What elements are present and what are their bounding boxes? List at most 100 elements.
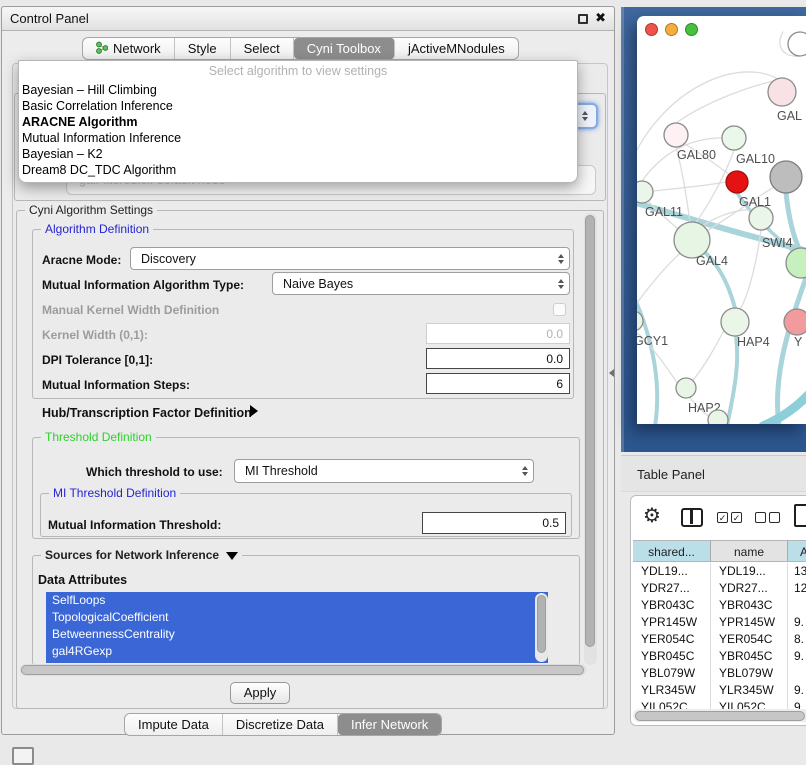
mi-steps-label: Mutual Information Steps: — [42, 378, 190, 392]
table-row[interactable]: YDR27...YDR27...12 — [633, 580, 806, 597]
expander-right-icon[interactable] — [250, 405, 258, 417]
tab-jactivemnodules[interactable]: jActiveMNodules — [395, 38, 518, 59]
table-row[interactable]: YLR345WYLR345W9. — [633, 682, 806, 699]
algorithm-option-bayesian-hill-climbing[interactable]: Bayesian – Hill Climbing — [19, 82, 577, 98]
node-unlabeled[interactable] — [788, 32, 806, 56]
attribute-gal4rgexp[interactable]: gal4RGexp — [46, 643, 548, 660]
mi-steps-input[interactable]: 6 — [426, 373, 570, 394]
column-header-shared[interactable]: shared... — [633, 540, 711, 562]
table-cell: YER054C — [633, 631, 711, 648]
column-header-a[interactable]: A — [788, 540, 806, 562]
deselect-all-checkboxes-icon[interactable] — [755, 512, 780, 523]
table-cell: YPR145W — [711, 614, 788, 631]
node-label: GAL4 — [696, 254, 728, 268]
table-header-row: shared...nameA — [633, 540, 806, 562]
node-y[interactable] — [784, 309, 806, 335]
kernel-width-input[interactable]: 0.0 — [426, 323, 570, 344]
algorithm-option-mutual-information-inference[interactable]: Mutual Information Inference — [19, 130, 577, 146]
which-threshold-select[interactable]: MI Threshold — [234, 459, 534, 483]
mi-type-select[interactable]: Naive Bayes — [272, 272, 570, 295]
algorithm-option-basic-correlation-inference[interactable]: Basic Correlation Inference — [19, 98, 577, 114]
network-canvas[interactable]: GALGAL80GAL10GAL1GAL11GAL4SWI4GCY1HAP4YH… — [637, 16, 806, 424]
column-header-name[interactable]: name — [711, 540, 788, 562]
attribute-betweennesscentrality[interactable]: BetweennessCentrality — [46, 626, 548, 643]
mi-threshold-title: MI Threshold Definition — [49, 486, 180, 501]
spinner-arrows-icon — [522, 466, 528, 476]
node-label: GAL10 — [736, 152, 775, 166]
table-cell: YBL079W — [633, 665, 711, 682]
unchecked-checkbox-icon — [769, 512, 780, 523]
restore-icon[interactable] — [578, 14, 588, 24]
table-row[interactable]: YBR043CYBR043C — [633, 597, 806, 614]
table-cell: YPR145W — [633, 614, 711, 631]
table-row[interactable]: YBR045CYBR045C9. — [633, 648, 806, 665]
aracne-mode-select[interactable]: Discovery — [130, 247, 570, 270]
kernel-width-label: Kernel Width (0,1): — [42, 328, 148, 342]
table-panel-titlebar[interactable]: Table Panel — [621, 455, 806, 492]
settings-scrollbar-thumb[interactable] — [585, 215, 595, 647]
table-cell — [788, 597, 806, 614]
table-panel-title: Table Panel — [637, 467, 705, 482]
manual-kernel-checkbox[interactable] — [553, 303, 566, 316]
table-row[interactable]: YBL079WYBL079W — [633, 665, 806, 682]
checked-checkbox-icon: ✓ — [717, 512, 728, 523]
attribute-list-scrollbar-thumb[interactable] — [537, 595, 546, 653]
tab-impute-data[interactable]: Impute Data — [125, 714, 223, 735]
tab-style[interactable]: Style — [175, 38, 231, 59]
tab-infer-network[interactable]: Infer Network — [338, 714, 441, 735]
splitter-collapse-icon[interactable] — [609, 369, 614, 377]
network-view-window[interactable]: GALGAL80GAL10GAL1GAL11GAL4SWI4GCY1HAP4YH… — [637, 16, 806, 424]
tab-cyni-toolbox[interactable]: Cyni Toolbox — [294, 38, 395, 59]
node-gray[interactable] — [770, 161, 802, 193]
node-gal4[interactable] — [674, 222, 710, 258]
table-horizontal-scrollbar-thumb[interactable] — [635, 711, 805, 721]
collapse-down-icon[interactable] — [226, 552, 238, 560]
mi-threshold-input[interactable]: 0.5 — [422, 512, 566, 534]
table-cell: 9. — [788, 614, 806, 631]
algorithm-option-bayesian-k2[interactable]: Bayesian – K2 — [19, 146, 577, 162]
document-icon[interactable] — [794, 504, 806, 527]
network-edge — [727, 336, 737, 424]
tab-label: jActiveMNodules — [408, 41, 505, 56]
settings-horizontal-scrollbar-thumb[interactable] — [21, 665, 584, 675]
table-row[interactable]: YPR145WYPR145W9. — [633, 614, 806, 631]
node-gal[interactable] — [768, 78, 796, 106]
node-label: GAL — [777, 109, 802, 123]
tab-discretize-data[interactable]: Discretize Data — [223, 714, 338, 735]
data-attributes-list[interactable]: SelfLoopsTopologicalCoefficientBetweenne… — [46, 592, 548, 663]
table-cell: YBR043C — [633, 597, 711, 614]
table-cell: YBR043C — [711, 597, 788, 614]
checked-checkbox-icon: ✓ — [731, 512, 742, 523]
algorithm-option-dream8-dc-tdc-algorithm[interactable]: Dream8 DC_TDC Algorithm — [19, 162, 577, 178]
node-red-highlight[interactable] — [726, 171, 748, 193]
tab-network[interactable]: Network — [83, 38, 175, 59]
node-hap2[interactable] — [676, 378, 696, 398]
node-gal80[interactable] — [664, 123, 688, 147]
attribute-topologicalcoefficient[interactable]: TopologicalCoefficient — [46, 609, 548, 626]
algorithm-option-aracne-algorithm[interactable]: ARACNE Algorithm — [19, 114, 577, 130]
table-cell: 8. — [788, 631, 806, 648]
dpi-tolerance-value: 0.0 — [546, 352, 563, 366]
collapsed-panel-button[interactable] — [12, 747, 34, 765]
node-unlabeled[interactable] — [708, 410, 728, 424]
columns-icon[interactable] — [681, 508, 703, 527]
dpi-tolerance-input[interactable]: 0.0 — [426, 348, 570, 369]
close-icon[interactable]: ✖ — [595, 10, 606, 26]
node-gal10[interactable] — [722, 126, 746, 150]
select-all-checkboxes-icon[interactable]: ✓ ✓ — [717, 512, 742, 523]
node-hap4[interactable] — [721, 308, 749, 336]
table-row[interactable]: YER054CYER054C8. — [633, 631, 806, 648]
attribute-selfloops[interactable]: SelfLoops — [46, 592, 548, 609]
node-gal1[interactable] — [749, 206, 773, 230]
node-gal11[interactable] — [637, 181, 653, 203]
gear-icon[interactable]: ⚙ — [643, 504, 661, 528]
control-panel-titlebar[interactable]: Control Panel ✖ — [2, 7, 614, 31]
dpi-tolerance-label: DPI Tolerance [0,1]: — [42, 353, 153, 367]
apply-button[interactable]: Apply — [230, 682, 290, 704]
tab-select[interactable]: Select — [231, 38, 294, 59]
node-swi4[interactable] — [786, 248, 806, 278]
which-threshold-value: MI Threshold — [245, 464, 318, 478]
tab-label: Network — [113, 41, 161, 56]
table-cell: 12 — [788, 580, 806, 597]
table-row[interactable]: YDL19...YDL19...13 — [633, 563, 806, 580]
